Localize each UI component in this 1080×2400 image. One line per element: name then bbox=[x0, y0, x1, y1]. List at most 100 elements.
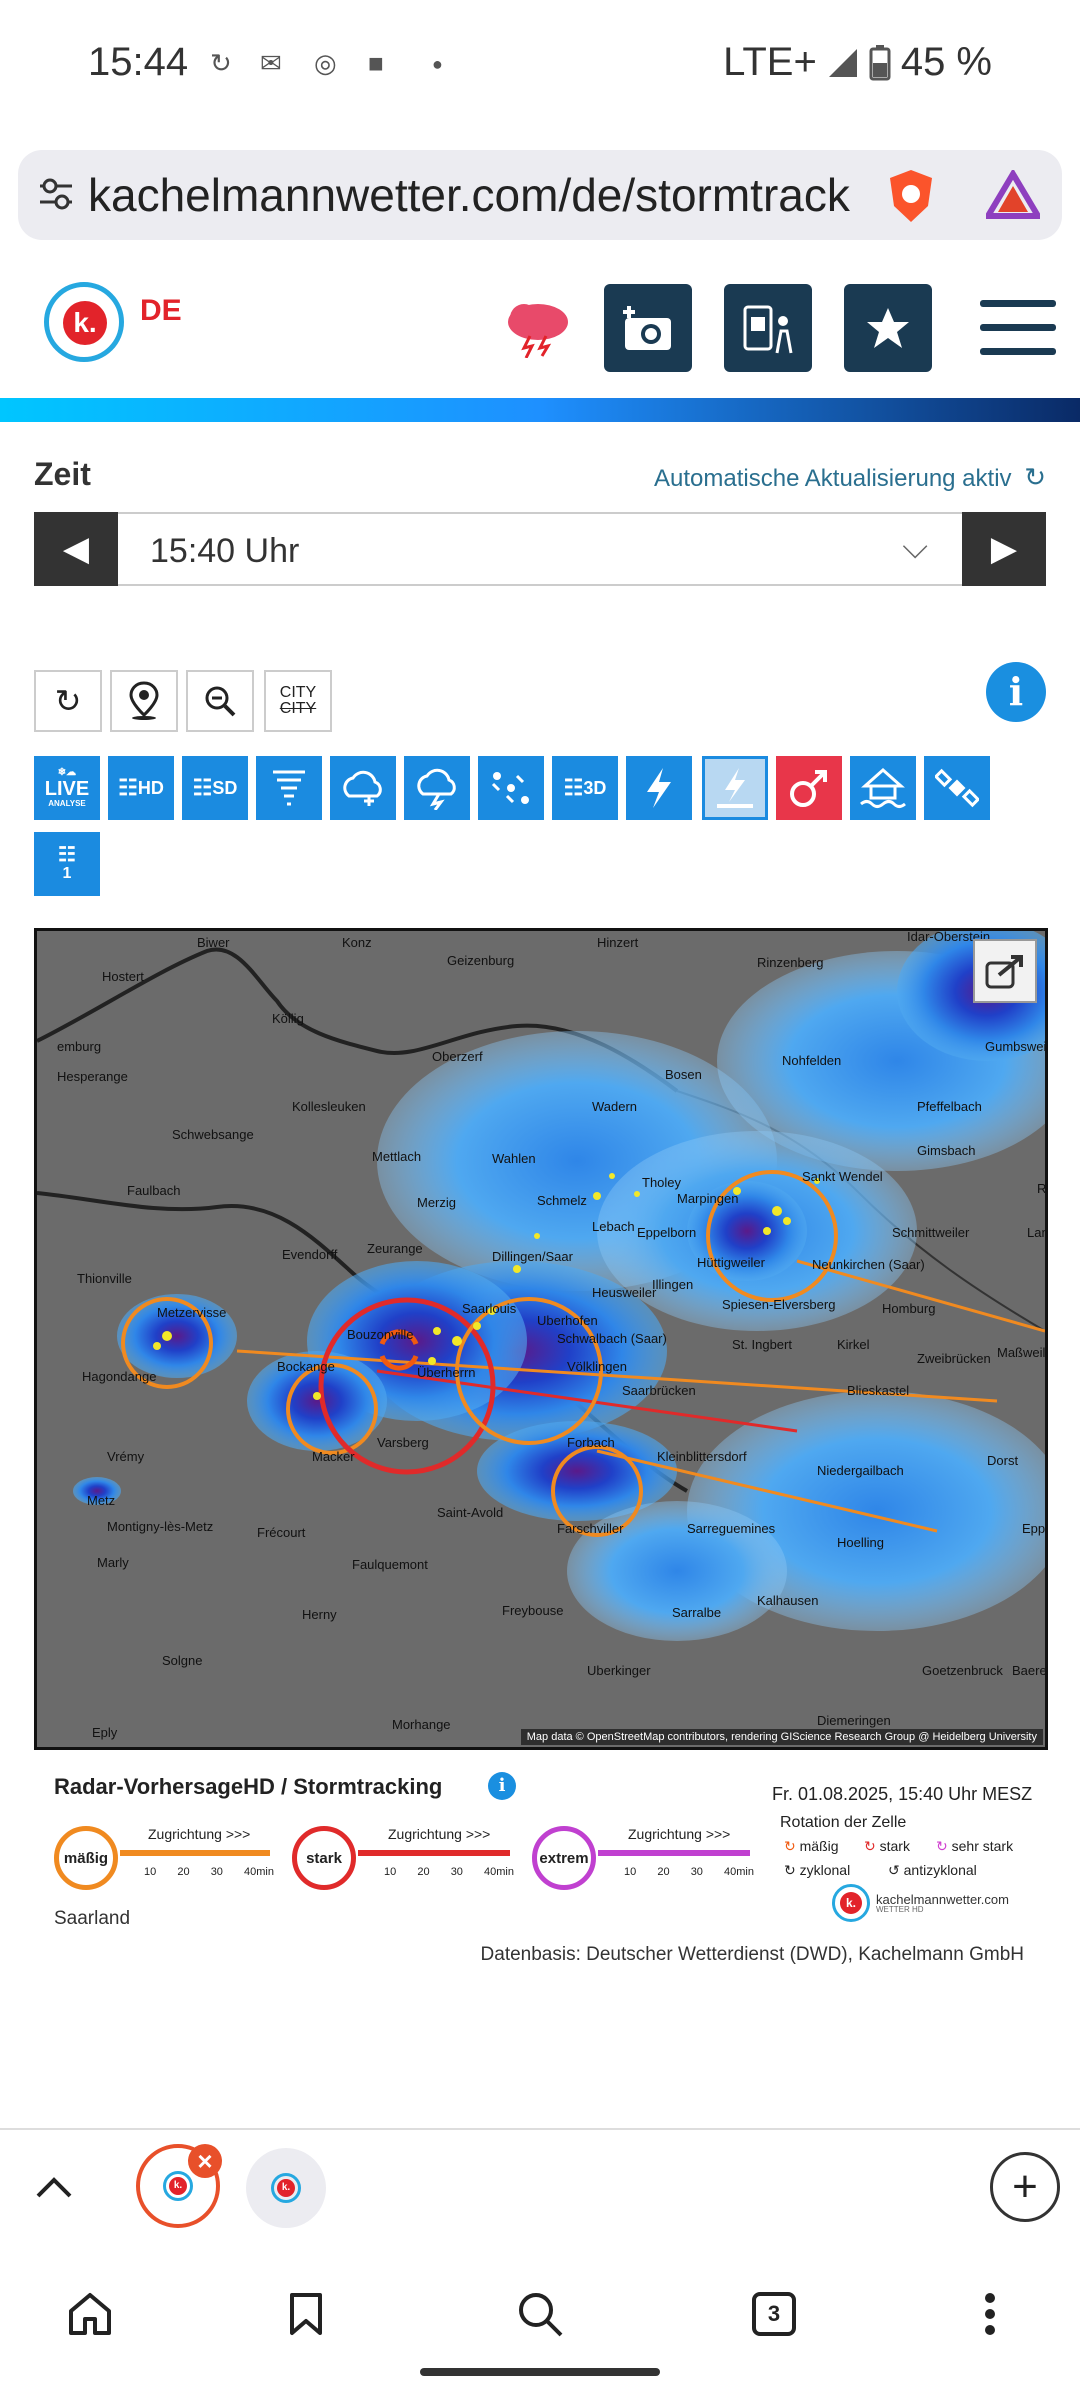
place-label: Blieskastel bbox=[847, 1383, 909, 1398]
place-label: Diemeringen bbox=[817, 1713, 891, 1728]
battery-icon bbox=[869, 44, 891, 80]
time-selector[interactable]: ◀ 15:40 Uhr ⌵ ▶ bbox=[34, 512, 1046, 586]
brave-rewards-icon[interactable] bbox=[986, 170, 1040, 220]
lightning-ground-icon bbox=[717, 768, 753, 808]
reload-icon: ↻ bbox=[54, 683, 82, 719]
city-toggle-button[interactable]: CITY CITY bbox=[264, 670, 332, 732]
layer-radar-3d-button[interactable]: ☷ 3D bbox=[552, 756, 618, 820]
place-label: St. Ingbert bbox=[732, 1337, 792, 1352]
place-label: Metzervisse bbox=[157, 1305, 226, 1320]
reload-button[interactable]: ↻ bbox=[34, 670, 102, 732]
storm-report-button[interactable] bbox=[724, 284, 812, 372]
place-label: Sarralbe bbox=[672, 1605, 721, 1620]
place-label: Spiesen-Elversberg bbox=[722, 1297, 835, 1312]
url-text[interactable]: kachelmannwetter.com/de/stormtrack bbox=[88, 168, 850, 222]
home-button[interactable] bbox=[60, 2284, 120, 2344]
place-label: Geizenburg bbox=[447, 953, 514, 968]
legend-info-icon[interactable]: i bbox=[488, 1772, 516, 1800]
previous-time-button[interactable]: ◀ bbox=[34, 512, 118, 586]
locate-button[interactable] bbox=[110, 670, 178, 732]
rotation-cyclonic: ↻ zyklonal bbox=[784, 1862, 851, 1878]
site-header: k. DE bbox=[0, 258, 1080, 398]
brave-shield-icon[interactable] bbox=[886, 168, 936, 224]
place-label: Kalhausen bbox=[757, 1593, 818, 1608]
upload-photo-button[interactable] bbox=[604, 284, 692, 372]
storm-cloud-icon[interactable] bbox=[502, 296, 572, 358]
info-button[interactable]: i bbox=[986, 662, 1046, 722]
place-label: Bouzonville bbox=[347, 1327, 414, 1342]
auto-update-status[interactable]: Automatische Aktualisierung aktiv ↻ bbox=[654, 462, 1046, 493]
favorites-button[interactable] bbox=[844, 284, 932, 372]
place-label: Faulquemont bbox=[352, 1557, 428, 1572]
bookmark-icon bbox=[290, 2293, 322, 2335]
new-tab-button[interactable]: + bbox=[990, 2152, 1060, 2222]
layer-hail-button[interactable] bbox=[478, 756, 544, 820]
refresh-icon: ↻ bbox=[1024, 462, 1046, 492]
layer-tornado-button[interactable] bbox=[256, 756, 322, 820]
place-label: Hagondange bbox=[82, 1369, 156, 1384]
place-label: Eply bbox=[92, 1725, 118, 1740]
menu-button[interactable] bbox=[980, 300, 1056, 356]
radar-map[interactable]: Biwer Konz Hinzert Idar-Oberstein Hostert Gei… bbox=[34, 928, 1048, 1750]
chevron-down-icon[interactable]: ⌵ bbox=[902, 528, 928, 567]
place-label: Solgne bbox=[162, 1653, 202, 1668]
bookmarks-button[interactable] bbox=[276, 2284, 336, 2344]
next-time-button[interactable]: ▶ bbox=[962, 512, 1046, 586]
place-label: Ramstein-Miesenbach bbox=[1037, 1181, 1045, 1196]
layer-station-1-button[interactable]: ☷ 1 bbox=[34, 832, 100, 896]
rotation-label: Rotation der Zelle bbox=[780, 1814, 907, 1831]
map-pin-icon bbox=[129, 681, 159, 720]
layer-gender-button[interactable] bbox=[776, 756, 842, 820]
site-settings-icon[interactable] bbox=[38, 176, 74, 212]
hail-icon bbox=[491, 772, 529, 804]
place-label: Tholey bbox=[642, 1175, 682, 1190]
place-label: Thionville bbox=[77, 1271, 132, 1286]
place-label: Schmittweiler bbox=[892, 1225, 970, 1240]
place-label: Schwebsange bbox=[172, 1127, 254, 1142]
layer-rain-add-button[interactable] bbox=[330, 756, 396, 820]
zoom-out-button[interactable] bbox=[186, 670, 254, 732]
place-label: Eppelborn bbox=[637, 1225, 696, 1240]
place-label: Niedergailbach bbox=[817, 1463, 904, 1478]
layer-live-analyse-button[interactable]: ❄☁ LIVE ANALYSE bbox=[34, 756, 100, 820]
layer-radar-sd-button[interactable]: ☷ SD bbox=[182, 756, 248, 820]
search-button[interactable] bbox=[510, 2284, 570, 2344]
layer-flood-button[interactable] bbox=[850, 756, 916, 820]
tabs-button[interactable]: 3 bbox=[744, 2284, 804, 2344]
place-label: Pfeffelbach bbox=[917, 1099, 982, 1114]
share-icon bbox=[985, 955, 1023, 989]
time-select[interactable]: 15:40 Uhr bbox=[150, 532, 299, 571]
place-label: Hesperange bbox=[57, 1069, 128, 1084]
chevron-up-icon[interactable] bbox=[36, 2174, 72, 2198]
layer-lightning-active-button[interactable] bbox=[702, 756, 768, 820]
layer-thunderstorm-button[interactable] bbox=[404, 756, 470, 820]
place-label: Illingen bbox=[652, 1277, 693, 1292]
place-label: Konz bbox=[342, 935, 372, 950]
place-label: Überherrn bbox=[417, 1365, 476, 1380]
site-logo[interactable]: k. bbox=[44, 282, 124, 362]
place-label: Macker bbox=[312, 1449, 355, 1464]
place-label: Nohfelden bbox=[782, 1053, 841, 1068]
layer-radar-hd-button[interactable]: ☷ HD bbox=[108, 756, 174, 820]
url-bar[interactable]: kachelmannwetter.com/de/stormtrack bbox=[18, 150, 1062, 240]
place-label: Maßweiler bbox=[997, 1345, 1045, 1360]
cloud-lightning-icon bbox=[417, 768, 456, 810]
tab-inactive[interactable]: k. bbox=[246, 2148, 326, 2228]
place-label: Uberkinger bbox=[587, 1663, 651, 1678]
more-menu-button[interactable] bbox=[960, 2284, 1020, 2344]
mail-icon: ✉ bbox=[260, 48, 282, 78]
place-label: Hinzert bbox=[597, 935, 639, 950]
signal-icon bbox=[828, 48, 857, 77]
status-bar: 15:44 ↻ ✉ ◎ ■ ● LTE+ 45 % bbox=[0, 0, 1080, 136]
layer-satellite-button[interactable] bbox=[924, 756, 990, 820]
place-label: Freybouse bbox=[502, 1603, 563, 1618]
place-label: Morhange bbox=[392, 1717, 451, 1732]
country-label[interactable]: DE bbox=[140, 294, 182, 328]
layer-lightning-button[interactable] bbox=[626, 756, 692, 820]
rotation-moderate: ↻ mäßig bbox=[784, 1838, 839, 1854]
place-label: Schwalbach (Saar) bbox=[557, 1331, 667, 1346]
share-map-button[interactable] bbox=[973, 939, 1037, 1003]
radar-map-canvas[interactable]: Biwer Konz Hinzert Idar-ObersteinHostertGei… bbox=[37, 931, 1045, 1747]
close-tab-icon[interactable]: × bbox=[188, 2144, 222, 2178]
place-label: Marpingen bbox=[677, 1191, 738, 1206]
